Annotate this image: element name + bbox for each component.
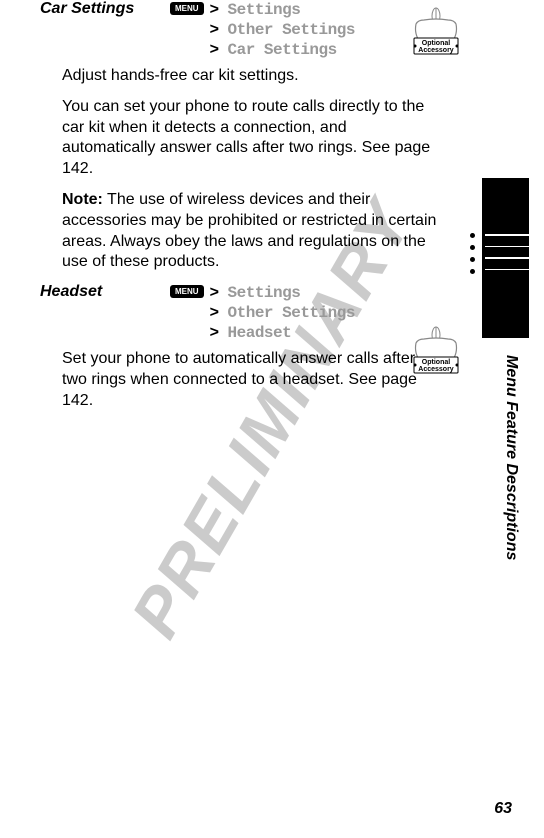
path-item: Headset <box>228 324 292 342</box>
path-item: Car Settings <box>228 41 337 59</box>
headset-section: Headset MENU > Settings > Other Settings… <box>40 283 469 411</box>
car-settings-body1: Adjust hands-free car kit settings. <box>62 66 442 87</box>
path-item: Other Settings <box>228 304 355 322</box>
path-item: Settings <box>228 1 301 19</box>
note-label: Note: <box>62 191 103 208</box>
headset-header: Headset MENU > Settings > Other Settings… <box>40 283 469 343</box>
car-settings-path: > Settings > Other Settings > Car Settin… <box>210 0 355 60</box>
headset-title: Headset <box>40 283 170 301</box>
car-settings-body2: You can set your phone to route calls di… <box>62 97 442 180</box>
headset-body1: Set your phone to automatically answer c… <box>62 349 442 411</box>
car-settings-section: Car Settings MENU > Settings > Other Set… <box>40 0 469 273</box>
page-number: 63 <box>494 800 512 818</box>
menu-key-icon: MENU <box>170 285 204 298</box>
car-settings-title: Car Settings <box>40 0 170 18</box>
page-content: Car Settings MENU > Settings > Other Set… <box>0 0 544 412</box>
car-settings-header: Car Settings MENU > Settings > Other Set… <box>40 0 469 60</box>
path-item: Settings <box>228 284 301 302</box>
note-body: The use of wireless devices and their ac… <box>62 191 436 270</box>
headset-path: > Settings > Other Settings > Headset <box>210 283 355 343</box>
menu-key-icon: MENU <box>170 2 204 15</box>
car-settings-note: Note: The use of wireless devices and th… <box>62 190 442 273</box>
path-item: Other Settings <box>228 21 355 39</box>
